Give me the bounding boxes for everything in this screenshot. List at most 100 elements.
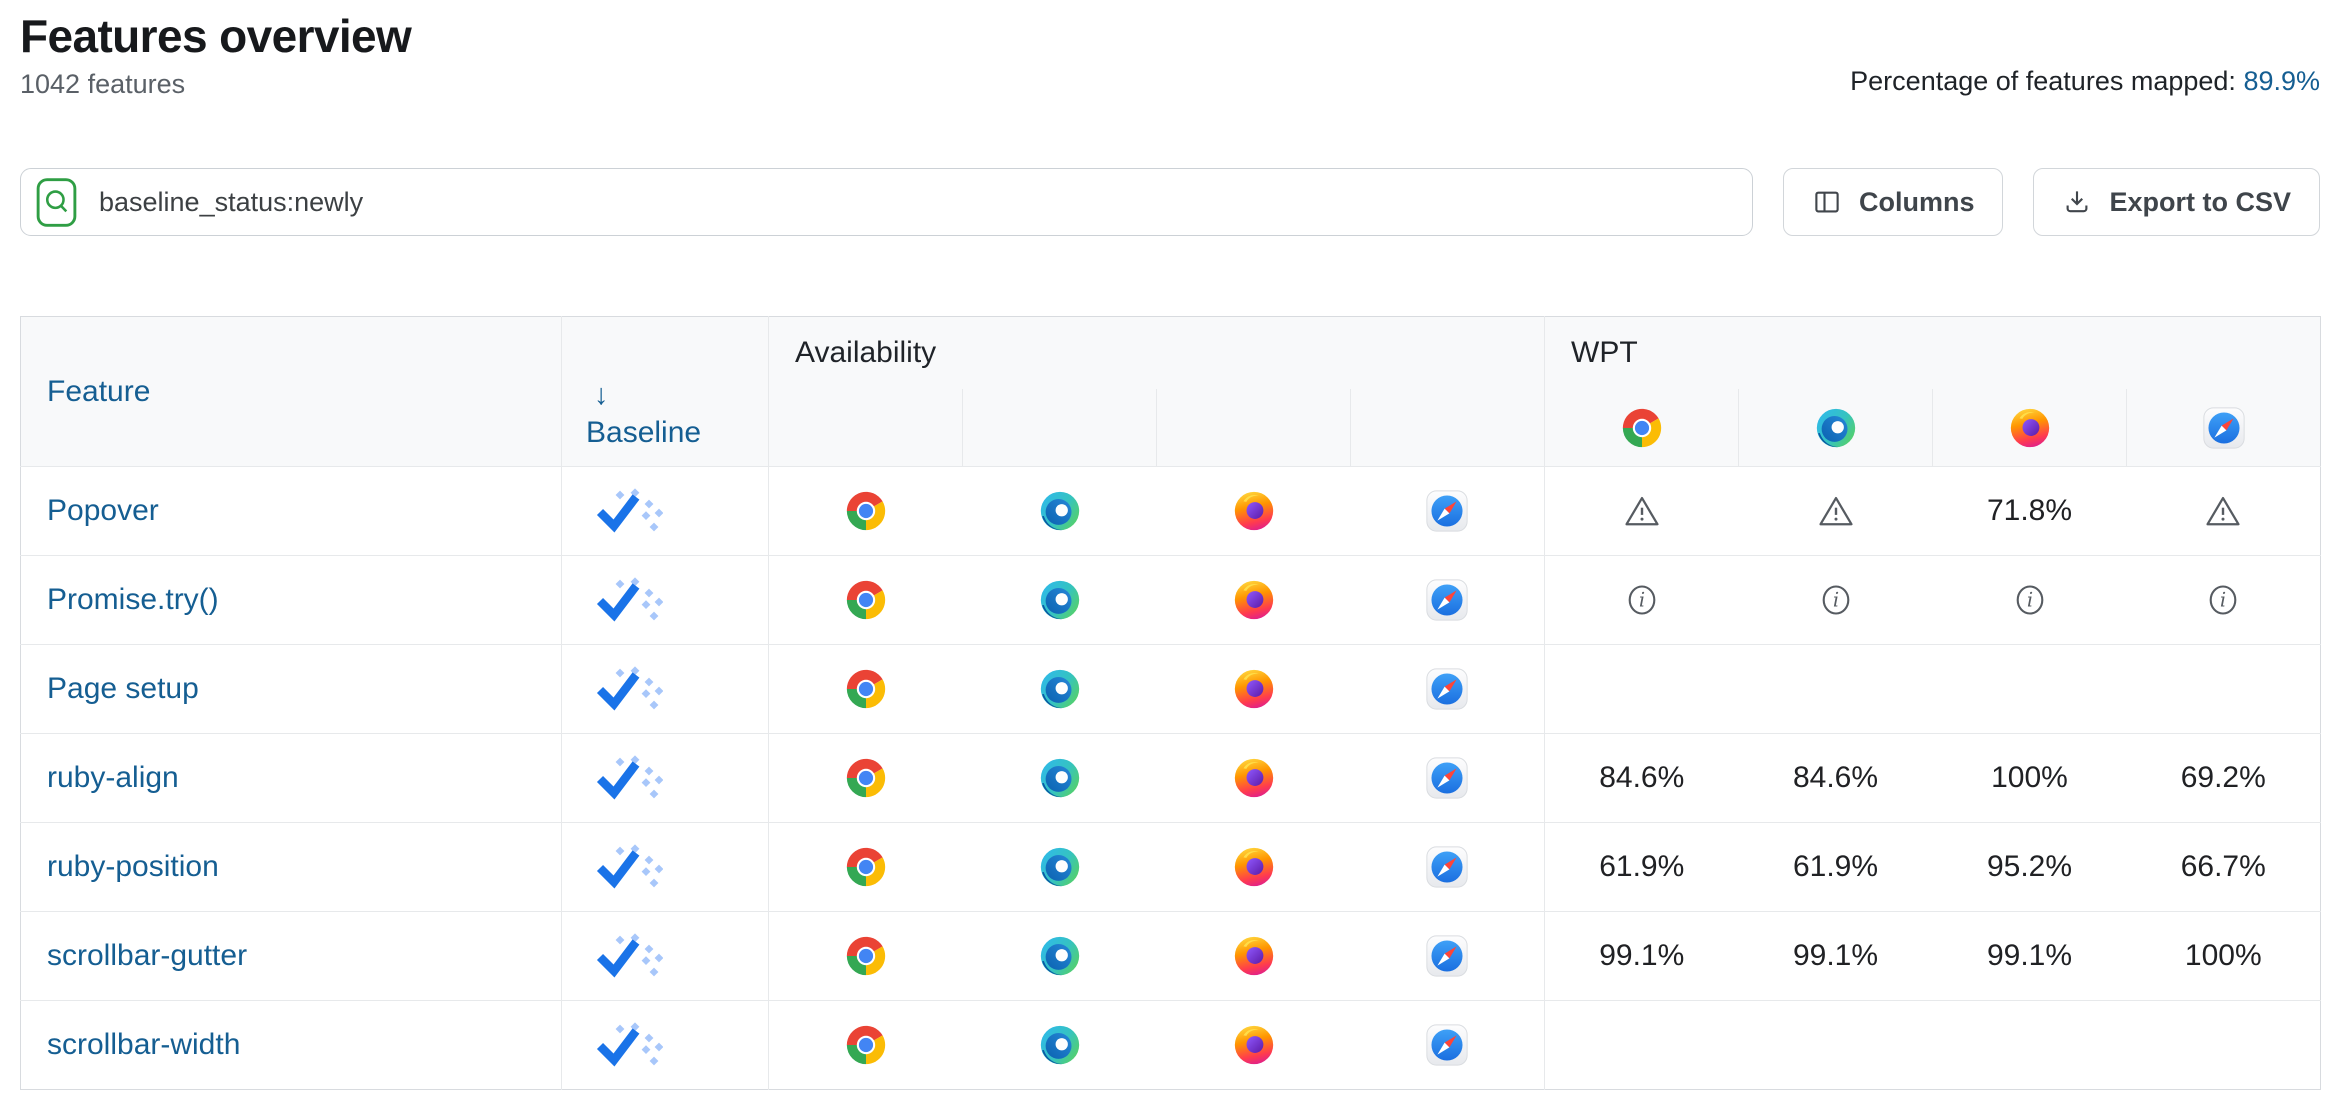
wpt-subheader-safari	[2127, 389, 2321, 467]
baseline-newly-icon	[595, 1022, 663, 1068]
firefox-icon	[2007, 405, 2053, 451]
availability-cell	[769, 645, 963, 734]
export-csv-button[interactable]: Export to CSV	[2033, 168, 2320, 236]
feature-cell: Page setup	[21, 645, 562, 734]
search-icon	[36, 178, 77, 227]
mapped-label: Percentage of features mapped:	[1850, 66, 2236, 96]
firefox-icon	[1231, 755, 1277, 801]
firefox-icon	[1231, 844, 1277, 890]
edge-icon	[1037, 755, 1083, 801]
wpt-score-cell: 61.9%	[1545, 823, 1739, 912]
wpt-subheader-chrome	[1545, 389, 1739, 467]
column-header-feature[interactable]: Feature	[21, 317, 562, 467]
availability-subheader-cell	[963, 389, 1157, 467]
wpt-score-cell	[1933, 645, 2127, 734]
availability-cell	[1351, 645, 1545, 734]
wpt-score-cell	[2127, 645, 2321, 734]
columns-button-label: Columns	[1859, 187, 1975, 218]
wpt-score-cell	[1933, 1001, 2127, 1090]
firefox-icon	[1231, 933, 1277, 979]
baseline-newly-icon	[595, 933, 663, 979]
feature-link[interactable]: Promise.try()	[47, 583, 219, 616]
availability-cell	[769, 823, 963, 912]
chrome-icon	[843, 488, 889, 534]
feature-count: 1042 features	[20, 69, 411, 100]
feature-cell: scrollbar-width	[21, 1001, 562, 1090]
feature-link[interactable]: ruby-align	[47, 761, 179, 794]
feature-link[interactable]: scrollbar-gutter	[47, 939, 247, 972]
feature-link[interactable]: scrollbar-width	[47, 1028, 240, 1061]
safari-icon	[1424, 933, 1470, 979]
feature-link[interactable]: Popover	[47, 494, 159, 527]
availability-cell	[769, 556, 963, 645]
feature-cell: Popover	[21, 467, 562, 556]
group-header-wpt: WPT	[1545, 317, 2321, 389]
info-icon[interactable]	[2012, 582, 2048, 618]
availability-cell	[1351, 823, 1545, 912]
info-icon[interactable]	[1624, 582, 1660, 618]
mapped-value-link[interactable]: 89.9%	[2243, 66, 2320, 96]
baseline-cell	[562, 1001, 769, 1090]
columns-icon	[1812, 187, 1842, 217]
firefox-icon	[1231, 488, 1277, 534]
warning-icon[interactable]	[2205, 493, 2241, 529]
availability-subheader-cell	[1351, 389, 1545, 467]
table-row: Popover 71.8%	[21, 467, 2321, 556]
wpt-score-cell	[1933, 556, 2127, 645]
availability-cell	[963, 645, 1157, 734]
wpt-score-cell	[1545, 467, 1739, 556]
wpt-score-cell	[1739, 645, 1933, 734]
mapped-stat: Percentage of features mapped: 89.9%	[1850, 66, 2320, 100]
availability-cell	[1157, 823, 1351, 912]
availability-cell	[769, 912, 963, 1001]
feature-link[interactable]: Page setup	[47, 672, 199, 705]
safari-icon	[1424, 577, 1470, 623]
download-icon	[2062, 187, 2092, 217]
info-icon[interactable]	[1818, 582, 1854, 618]
edge-icon	[1037, 666, 1083, 712]
availability-subheader-cell	[769, 389, 963, 467]
firefox-icon	[1231, 577, 1277, 623]
search-input[interactable]	[99, 187, 1732, 218]
availability-cell	[1351, 912, 1545, 1001]
firefox-icon	[1231, 666, 1277, 712]
wpt-score-cell	[2127, 556, 2321, 645]
chrome-icon	[843, 577, 889, 623]
availability-cell	[1351, 1001, 1545, 1090]
wpt-score-cell	[1739, 467, 1933, 556]
edge-icon	[1813, 405, 1859, 451]
edge-icon	[1037, 488, 1083, 534]
wpt-score-cell: 66.7%	[2127, 823, 2321, 912]
columns-button[interactable]: Columns	[1783, 168, 2004, 236]
feature-link[interactable]: ruby-position	[47, 850, 219, 883]
info-icon[interactable]	[2205, 582, 2241, 618]
availability-cell	[1157, 645, 1351, 734]
wpt-score-cell	[1545, 1001, 1739, 1090]
table-body: Popover 71.8% Promise.try() Page setup	[21, 467, 2321, 1090]
wpt-score-cell: 61.9%	[1739, 823, 1933, 912]
wpt-score-cell: 99.1%	[1545, 912, 1739, 1001]
wpt-score-cell: 84.6%	[1545, 734, 1739, 823]
baseline-newly-icon	[595, 666, 663, 712]
edge-icon	[1037, 844, 1083, 890]
chrome-icon	[843, 844, 889, 890]
warning-icon[interactable]	[1624, 493, 1660, 529]
chrome-icon	[843, 666, 889, 712]
column-header-baseline[interactable]: ↓ Baseline	[562, 317, 769, 467]
wpt-score-cell	[1739, 1001, 1933, 1090]
wpt-score-cell: 100%	[2127, 912, 2321, 1001]
wpt-score-cell	[2127, 467, 2321, 556]
availability-cell	[1157, 912, 1351, 1001]
wpt-score-cell: 84.6%	[1739, 734, 1933, 823]
warning-icon[interactable]	[1818, 493, 1854, 529]
page-head: Features overview 1042 features Percenta…	[20, 0, 2320, 100]
safari-icon	[1424, 488, 1470, 534]
feature-cell: scrollbar-gutter	[21, 912, 562, 1001]
availability-cell	[769, 1001, 963, 1090]
edge-icon	[1037, 933, 1083, 979]
export-csv-button-label: Export to CSV	[2109, 187, 2291, 218]
edge-icon	[1037, 1022, 1083, 1068]
feature-cell: Promise.try()	[21, 556, 562, 645]
availability-cell	[963, 1001, 1157, 1090]
baseline-cell	[562, 912, 769, 1001]
